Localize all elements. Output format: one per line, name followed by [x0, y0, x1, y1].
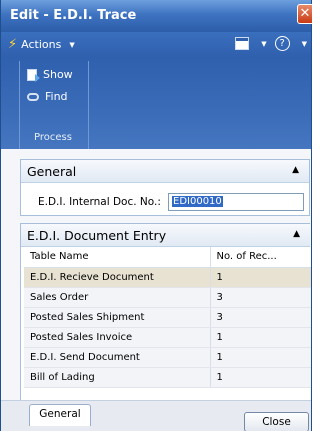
actions-label: Actions — [21, 38, 62, 51]
edi-document-entry-table: Table Name No. of Rec... E.D.I. Recieve … — [24, 247, 311, 388]
show-label: Show — [43, 68, 73, 81]
actions-menu-button[interactable]: ⚡ Actions ▼ — [8, 37, 75, 52]
no-of-records-cell[interactable]: 3 — [210, 307, 311, 328]
table-name-cell[interactable]: E.D.I. Send Document — [24, 347, 211, 368]
table-row[interactable]: Posted Sales Shipment 3 — [24, 307, 311, 328]
tab-general[interactable]: General — [29, 404, 91, 426]
process-group-label: Process — [34, 132, 72, 143]
table-row[interactable]: Sales Order 3 — [24, 287, 311, 308]
chevron-up-icon[interactable]: ▲ — [293, 229, 300, 239]
table-row[interactable]: Posted Sales Invoice 1 — [24, 327, 311, 348]
show-icon — [27, 68, 40, 82]
window-close-button[interactable]: ✕ — [297, 4, 313, 24]
edi-internal-doc-label: E.D.I. Internal Doc. No.: — [38, 196, 161, 208]
show-button[interactable]: Show — [27, 68, 73, 82]
table-name-cell[interactable]: Sales Order — [24, 287, 211, 308]
table-name-cell[interactable]: Bill of Lading — [24, 367, 211, 388]
edi-document-entry-title: E.D.I. Document Entry — [27, 228, 167, 243]
find-button[interactable]: Find — [27, 90, 68, 103]
lightning-icon: ⚡ — [8, 37, 18, 52]
window-titlebar: Edit - E.D.I. Trace ✕ — [1, 0, 313, 32]
no-of-records-column-header[interactable]: No. of Rec... — [209, 247, 311, 268]
close-button[interactable]: Close — [244, 412, 309, 431]
table-name-column-header[interactable]: Table Name — [24, 247, 210, 268]
window-title: Edit - E.D.I. Trace — [10, 8, 137, 23]
action-bar: ⚡ Actions ▼ ▼ ? ▼ — [1, 32, 311, 57]
edi-internal-doc-input[interactable]: EDI00010 — [168, 193, 304, 211]
table-name-cell[interactable]: E.D.I. Recieve Document — [24, 267, 211, 288]
table-name-cell[interactable]: Posted Sales Shipment — [24, 307, 211, 328]
edi-document-entry-header[interactable]: E.D.I. Document Entry ▲ — [21, 224, 310, 247]
edi-internal-doc-row: E.D.I. Internal Doc. No.: EDI00010 — [38, 193, 304, 211]
window-layout-icon[interactable] — [235, 37, 250, 50]
edit-edi-trace-window: Edit - E.D.I. Trace ✕ ⚡ Actions ▼ ▼ ? ▼ … — [0, 0, 313, 431]
chevron-down-icon: ▼ — [69, 40, 75, 49]
no-of-records-cell[interactable]: 1 — [210, 347, 311, 368]
find-label: Find — [45, 90, 68, 103]
process-group: Show Find Process — [19, 61, 89, 149]
general-fasttab: General ▲ E.D.I. Internal Doc. No.: EDI0… — [20, 159, 310, 216]
chevron-up-icon[interactable]: ▲ — [292, 165, 299, 175]
edi-internal-doc-value: EDI00010 — [172, 196, 223, 207]
ribbon: Show Find Process — [1, 57, 311, 149]
table-row[interactable]: E.D.I. Send Document 1 — [24, 347, 311, 368]
general-fasttab-title: General — [27, 164, 77, 179]
table-name-cell[interactable]: Posted Sales Invoice — [24, 327, 211, 348]
chevron-down-icon[interactable]: ▼ — [261, 40, 266, 48]
bottom-bar: General Close — [1, 400, 311, 431]
no-of-records-cell[interactable]: 3 — [210, 287, 311, 308]
table-row[interactable]: Bill of Lading 1 — [24, 367, 311, 388]
no-of-records-cell[interactable]: 1 — [210, 267, 311, 288]
table-header-row: Table Name No. of Rec... — [24, 247, 311, 268]
general-fasttab-header[interactable]: General ▲ — [21, 160, 309, 183]
find-icon — [27, 92, 39, 101]
no-of-records-cell[interactable]: 1 — [210, 327, 311, 348]
action-bar-right: ▼ ? ▼ — [235, 36, 307, 51]
no-of-records-cell[interactable]: 1 — [210, 367, 311, 388]
table-row[interactable]: E.D.I. Recieve Document 1 — [24, 267, 311, 288]
chevron-down-icon[interactable]: ▼ — [302, 40, 307, 48]
help-icon[interactable]: ? — [274, 36, 290, 51]
